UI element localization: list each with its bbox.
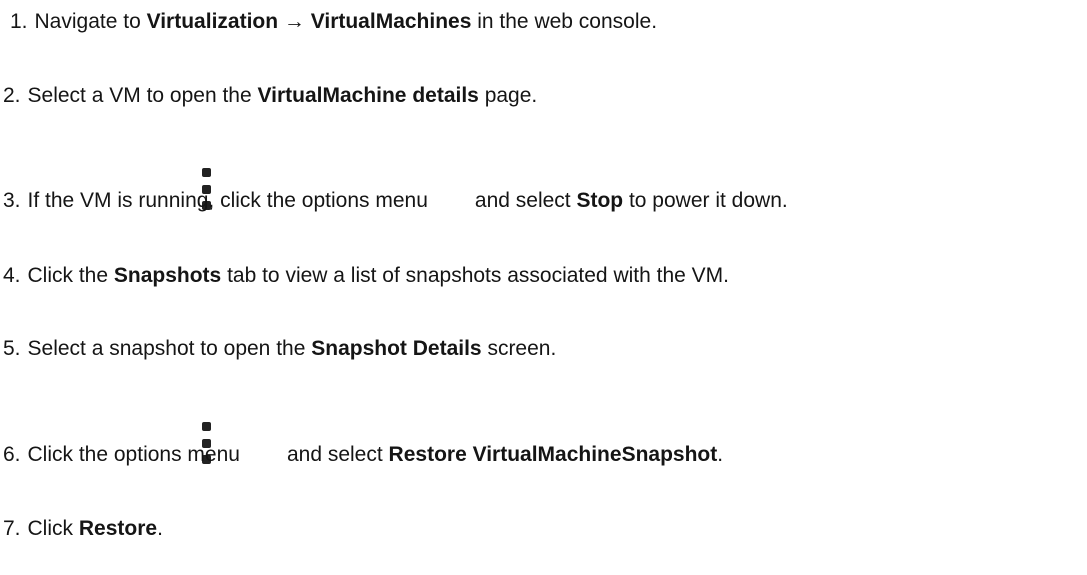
step-text: Select a snapshot to open the xyxy=(27,337,312,360)
step-emphasis: Snapshots xyxy=(113,264,222,287)
step-emphasis: Restore xyxy=(78,517,158,540)
step-1: 1. Navigate to Virtualization → VirtualMa… xyxy=(0,11,657,32)
step-text: and select xyxy=(474,189,577,212)
step-7: 7. Click Restore. xyxy=(0,518,163,539)
step-emphasis: Stop xyxy=(576,189,624,212)
step-number: 4. xyxy=(3,264,21,287)
step-4: 4. Click the Snapshots tab to view a list… xyxy=(0,265,729,286)
step-number: 6. xyxy=(3,443,21,466)
step-text: Click the xyxy=(27,264,114,287)
step-text: tab to view a list of snapshots associat… xyxy=(221,264,729,287)
step-number: 7. xyxy=(3,517,21,540)
step-2: 2. Select a VM to open the VirtualMachine… xyxy=(0,85,537,106)
step-text: If the VM is running, click the options … xyxy=(27,189,428,212)
step-text: . xyxy=(157,517,163,540)
kebab-dot xyxy=(202,168,211,177)
kebab-dot xyxy=(202,422,211,431)
step-emphasis: Virtualization → VirtualMachines xyxy=(146,10,472,33)
step-number: 2. xyxy=(3,84,21,107)
step-text: and select xyxy=(286,443,389,466)
step-5: 5. Select a snapshot to open the Snapshot… xyxy=(0,338,556,359)
step-number: 1. xyxy=(10,10,28,33)
step-text: . xyxy=(717,443,724,466)
step-3: 3. If the VM is running, click the option… xyxy=(0,190,788,211)
step-6: 6. Click the options menu and select Resto… xyxy=(0,444,723,465)
step-emphasis: Snapshot Details xyxy=(311,337,482,360)
step-text: Click xyxy=(27,517,79,540)
step-text: in the web console. xyxy=(471,10,658,33)
step-text: Select a VM to open the xyxy=(27,84,258,107)
step-text: page. xyxy=(478,84,538,107)
step-text: screen. xyxy=(481,337,557,360)
step-text: Click the options menu xyxy=(27,443,240,466)
step-number: 3. xyxy=(3,189,21,212)
step-number: 5. xyxy=(3,337,21,360)
step-emphasis: Restore VirtualMachineSnapshot xyxy=(388,443,718,466)
step-text: to power it down. xyxy=(623,189,788,212)
step-text: Navigate to xyxy=(34,10,147,33)
step-emphasis: VirtualMachine details xyxy=(257,84,479,107)
